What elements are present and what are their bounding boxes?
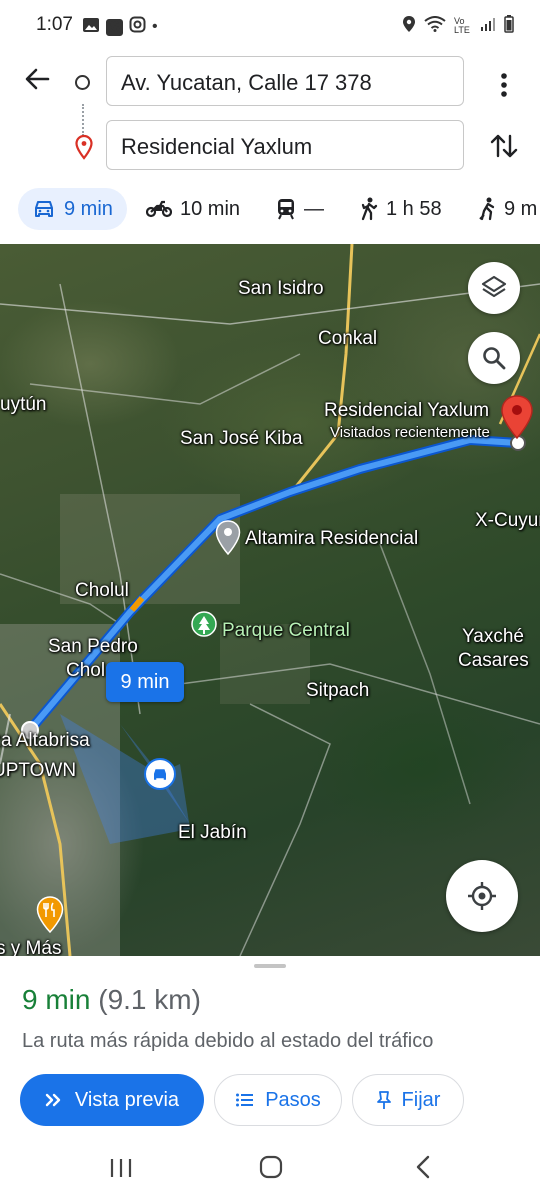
mode-transit-label: — <box>304 197 324 220</box>
map-label-mas: s y Más <box>0 938 62 956</box>
back-nav-button[interactable] <box>412 1154 436 1185</box>
mode-walk[interactable]: 1 h 58 <box>360 188 442 230</box>
mode-car-label: 9 min <box>64 197 113 220</box>
origin-field[interactable]: Av. Yucatan, Calle 17 378 <box>106 56 464 106</box>
ride-icon <box>479 197 495 221</box>
route-connector <box>82 104 86 136</box>
map-label-residencial-yaxlum: Residencial Yaxlum <box>324 400 490 421</box>
map-view[interactable]: San Isidro Conkal uytún Residencial Yaxl… <box>0 244 540 956</box>
travel-modes-bar: 9 min 10 min — 1 h 58 9 m <box>0 182 540 244</box>
transit-icon <box>278 199 294 220</box>
preview-button[interactable]: Vista previa <box>20 1074 204 1126</box>
current-location-car-icon <box>144 758 176 790</box>
sheet-handle[interactable] <box>254 964 286 968</box>
my-location-icon <box>468 882 496 910</box>
steps-button-label: Pasos <box>265 1088 321 1111</box>
map-label-san-isidro: San Isidro <box>238 278 324 299</box>
signal-icon <box>480 17 496 35</box>
back-button[interactable] <box>22 64 52 94</box>
my-location-button[interactable] <box>446 860 518 932</box>
search-button[interactable] <box>468 332 520 384</box>
double-chevron-icon <box>45 1093 61 1107</box>
preview-button-label: Vista previa <box>74 1088 180 1111</box>
mode-car[interactable]: 9 min <box>18 188 127 230</box>
map-label-conkal: Conkal <box>318 328 378 349</box>
volte-icon: Vo LTE <box>454 16 470 35</box>
wifi-icon <box>424 16 446 36</box>
map-label-uptown: UPTOWN <box>0 760 77 781</box>
more-options-button[interactable] <box>492 70 516 100</box>
motorcycle-icon <box>146 200 172 218</box>
route-distance: (9.1 km) <box>98 984 201 1015</box>
recents-icon <box>110 1159 132 1177</box>
map-label-yaxche: Yaxché <box>462 626 524 647</box>
mode-motorcycle-label: 10 min <box>180 197 241 220</box>
swap-button[interactable] <box>488 130 520 162</box>
search-icon <box>483 347 506 370</box>
directions-header: Av. Yucatan, Calle 17 378 Residencial Ya… <box>0 52 540 182</box>
map-label-casares: Casares <box>458 650 529 671</box>
home-icon <box>259 1155 283 1179</box>
route-duration: 9 min <box>22 984 91 1015</box>
status-time: 1:07 <box>36 14 73 35</box>
pushpin-icon <box>376 1091 391 1109</box>
pin-button-label: Fijar <box>401 1088 441 1111</box>
park-icon[interactable] <box>191 611 217 644</box>
mode-motorcycle[interactable]: 10 min <box>146 188 240 230</box>
route-description: La ruta más rápida debido al estado del … <box>22 1030 434 1052</box>
more-vert-icon <box>501 73 507 97</box>
map-label-uytun: uytún <box>0 394 47 415</box>
place-marker-icon[interactable] <box>215 520 241 561</box>
map-label-altabrisa: Plaza Altabrisa <box>0 730 90 751</box>
map-label-chol: Chol <box>66 660 106 681</box>
steps-button[interactable]: Pasos <box>214 1074 342 1126</box>
map-label-cholul: Cholul <box>75 580 129 601</box>
battery-icon <box>504 15 514 37</box>
layers-icon <box>481 275 507 298</box>
status-bar: 1:07 S • Vo LTE <box>0 0 540 52</box>
map-label-el-jabin: El Jabín <box>178 822 247 843</box>
system-nav-bar <box>0 1146 540 1200</box>
nav-back-icon <box>416 1155 430 1179</box>
map-label-san-pedro: San Pedro <box>48 636 138 657</box>
instagram-icon <box>129 16 146 38</box>
map-label-altamira: Altamira Residencial <box>245 528 419 549</box>
origin-dot-icon <box>75 75 90 90</box>
map-label-parque-central: Parque Central <box>222 620 350 641</box>
route-summary-sheet: 9 min (9.1 km) La ruta más rápida debido… <box>0 956 540 1146</box>
status-notification-icons: S • <box>82 16 158 38</box>
swap-vert-icon <box>490 134 518 158</box>
map-label-visitados: Visitados recientemente <box>330 424 490 441</box>
list-icon <box>236 1093 254 1107</box>
notification-dot: • <box>152 18 158 35</box>
home-button[interactable] <box>258 1154 284 1185</box>
arrow-back-icon <box>25 68 50 90</box>
walk-icon <box>361 197 378 221</box>
car-icon <box>35 201 53 217</box>
layers-button[interactable] <box>468 262 520 314</box>
image-icon <box>82 17 100 38</box>
recent-apps-button[interactable] <box>108 1156 134 1185</box>
status-system-icons: Vo LTE <box>402 15 514 37</box>
mode-walk-label: 1 h 58 <box>386 197 442 220</box>
mode-ride[interactable]: 9 m <box>478 188 537 230</box>
mode-transit[interactable]: — <box>276 188 324 230</box>
destination-marker-icon[interactable] <box>500 394 534 445</box>
destination-field[interactable]: Residencial Yaxlum <box>106 120 464 170</box>
s-app-icon: S <box>106 18 123 36</box>
mode-ride-label: 9 m <box>504 197 538 220</box>
map-label-x-cuyum: X-Cuyum <box>475 510 540 531</box>
location-icon <box>402 15 416 37</box>
restaurant-icon[interactable] <box>36 896 64 939</box>
route-time-chip[interactable]: 9 min <box>106 662 184 702</box>
map-label-sitpach: Sitpach <box>306 680 370 701</box>
destination-pin-icon <box>74 134 94 160</box>
route-summary: 9 min (9.1 km) <box>22 984 201 1016</box>
map-label-san-jose-kiba: San José Kiba <box>180 428 303 449</box>
pin-button[interactable]: Fijar <box>352 1074 464 1126</box>
